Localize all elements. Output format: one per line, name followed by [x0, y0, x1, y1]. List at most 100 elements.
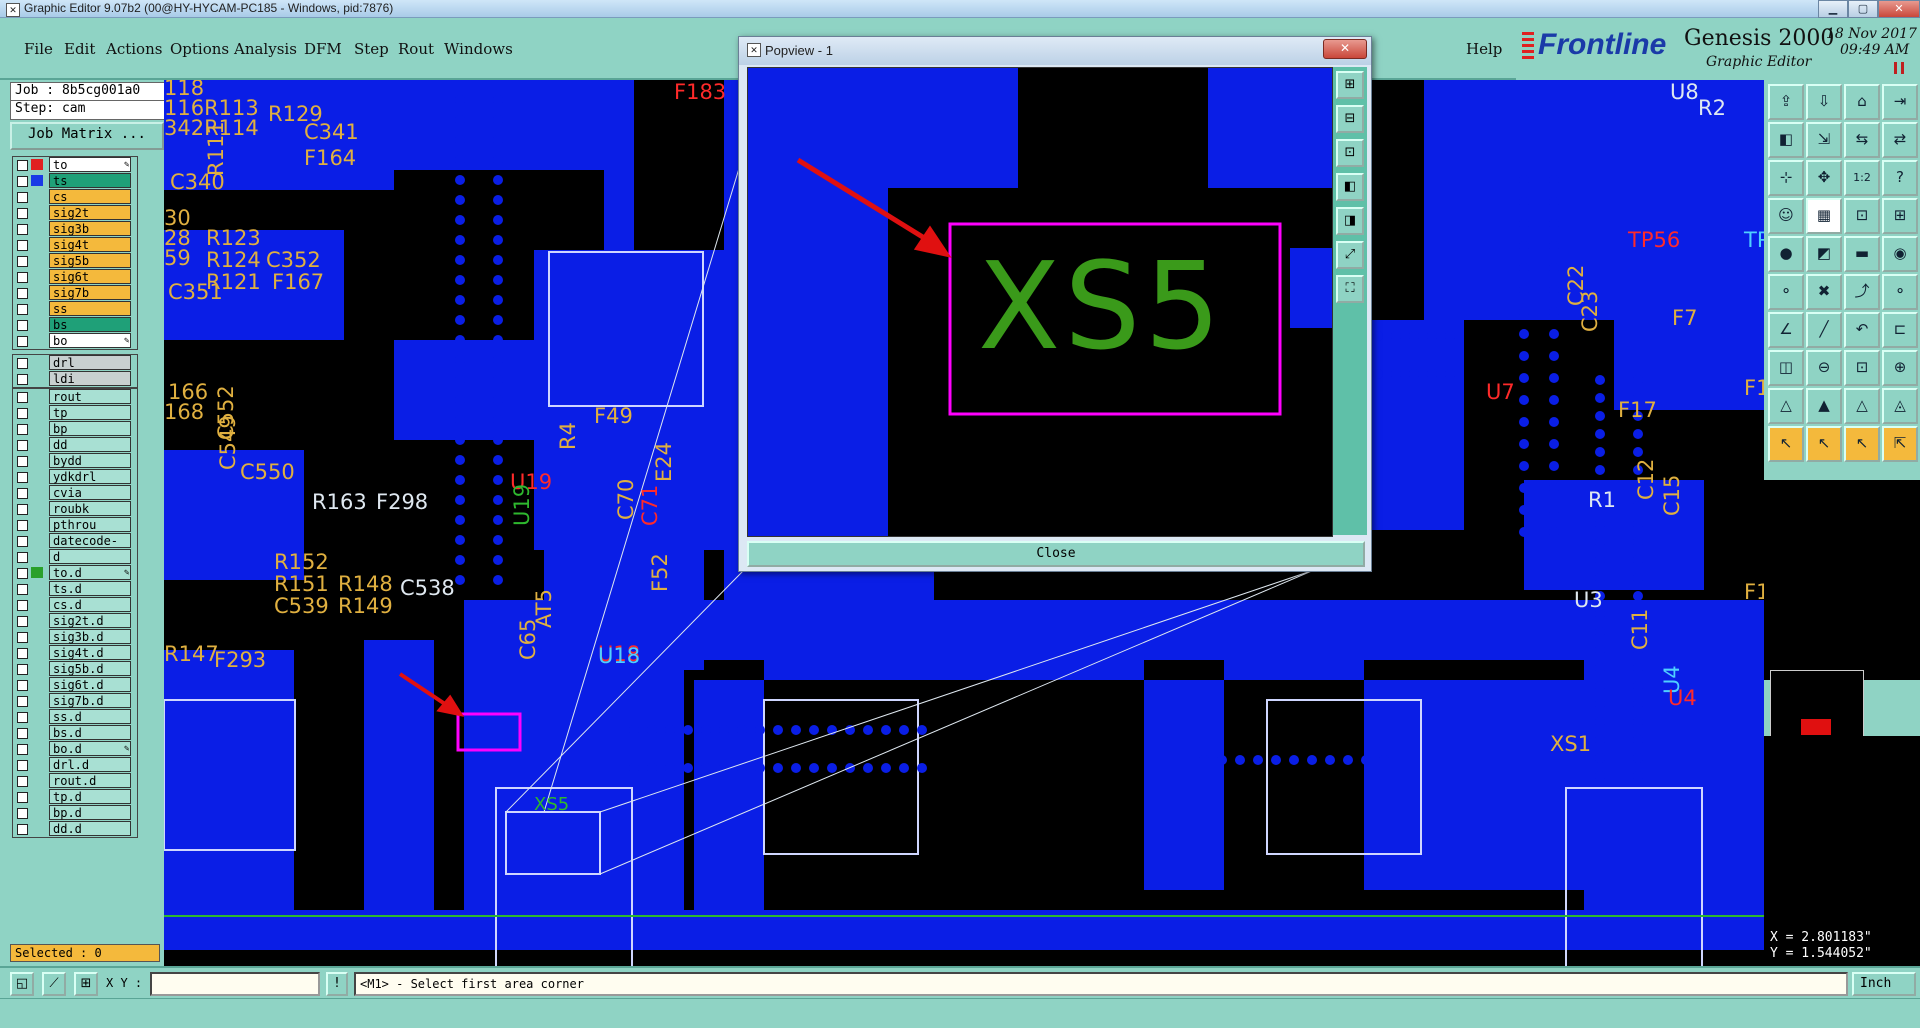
popview-zoom-in-icon[interactable]: ⊞ — [1336, 71, 1364, 99]
layer-checkbox[interactable] — [17, 176, 28, 187]
layer-name[interactable]: bs.d — [49, 725, 131, 740]
layer-checkbox[interactable] — [17, 600, 28, 611]
layer-name[interactable]: bs — [49, 317, 131, 332]
popview-pan-down-icon[interactable]: ⊡ — [1336, 139, 1364, 167]
layer-checkbox[interactable] — [17, 728, 28, 739]
overview-map[interactable] — [1770, 670, 1864, 738]
menu-help[interactable]: Help — [1466, 40, 1502, 58]
layer-row-dd[interactable]: dd — [13, 437, 137, 453]
layer-name[interactable]: roubk — [49, 501, 131, 516]
tool-32-icon[interactable]: △ — [1768, 388, 1804, 424]
popview-close-button[interactable]: Close — [747, 541, 1365, 567]
menu-edit[interactable]: Edit — [64, 40, 95, 58]
layer-checkbox[interactable] — [17, 304, 28, 315]
tool-35-icon[interactable]: ◬ — [1882, 388, 1918, 424]
layer-checkbox[interactable] — [17, 616, 28, 627]
menu-file[interactable]: File — [24, 40, 53, 58]
layer-name[interactable]: drl.d — [49, 757, 131, 772]
layer-name[interactable]: sig4t — [49, 237, 131, 252]
layer-name[interactable]: tp — [49, 405, 131, 420]
layer-checkbox[interactable] — [17, 680, 28, 691]
layer-row-sig6t.d[interactable]: sig6t.d — [13, 677, 137, 693]
layer-name[interactable]: ydkdrl — [49, 469, 131, 484]
layer-name[interactable]: datecode-to — [49, 533, 131, 563]
layer-row-drl[interactable]: drl — [13, 355, 137, 371]
menu-options[interactable]: Options — [170, 40, 229, 58]
layer-row-to.d[interactable]: to.d ✎ — [13, 565, 137, 581]
layer-checkbox[interactable] — [17, 440, 28, 451]
layer-checkbox[interactable] — [17, 272, 28, 283]
tool-12-icon[interactable]: ☺ — [1768, 198, 1804, 234]
layer-checkbox[interactable] — [17, 160, 28, 171]
layer-checkbox[interactable] — [17, 424, 28, 435]
layer-checkbox[interactable] — [17, 192, 28, 203]
layer-checkbox[interactable] — [17, 240, 28, 251]
layer-row-ss[interactable]: ss — [13, 301, 137, 317]
tool-33-icon[interactable]: ▲ — [1806, 388, 1842, 424]
layer-checkbox[interactable] — [17, 536, 28, 547]
tool-26-icon[interactable]: ↶ — [1844, 312, 1880, 348]
menu-step[interactable]: Step — [354, 40, 389, 58]
grid-icon[interactable]: ⊞ — [74, 972, 98, 996]
tool-29-icon[interactable]: ⊖ — [1806, 350, 1842, 386]
layer-checkbox[interactable] — [17, 504, 28, 515]
popview-zoom-out-icon[interactable]: ⊟ — [1336, 105, 1364, 133]
layer-name[interactable]: to.d — [49, 565, 131, 580]
tool-18-icon[interactable]: ▬ — [1844, 236, 1880, 272]
layer-name[interactable]: dd.d — [49, 821, 131, 836]
layer-name[interactable]: ss.d — [49, 709, 131, 724]
layer-checkbox[interactable] — [17, 392, 28, 403]
layer-row-roubk[interactable]: roubk — [13, 501, 137, 517]
layer-row-bs[interactable]: bs — [13, 317, 137, 333]
tool-23-icon[interactable]: ⚬ — [1882, 274, 1918, 310]
layer-row-rout[interactable]: rout — [13, 389, 137, 405]
layer-row-datecode-to[interactable]: datecode-to — [13, 533, 137, 563]
units-selector[interactable]: Inch — [1852, 972, 1916, 996]
layer-checkbox[interactable] — [17, 374, 28, 385]
layer-name[interactable]: rout.d — [49, 773, 131, 788]
tool-39-icon[interactable]: ⇱ — [1882, 426, 1918, 462]
layer-name[interactable]: ts — [49, 173, 131, 188]
tool-2-icon[interactable]: ⌂ — [1844, 84, 1880, 120]
layer-name[interactable]: sig5b — [49, 253, 131, 268]
layer-row-sig7b[interactable]: sig7b — [13, 285, 137, 301]
layer-row-d[interactable]: d — [13, 549, 137, 565]
tool-15-icon[interactable]: ⊞ — [1882, 198, 1918, 234]
layer-checkbox[interactable] — [17, 256, 28, 267]
layer-checkbox[interactable] — [17, 320, 28, 331]
menu-analysis[interactable]: Analysis — [234, 40, 297, 58]
layer-checkbox[interactable] — [17, 648, 28, 659]
popview-close-icon[interactable]: ✕ — [1323, 39, 1367, 59]
layer-checkbox[interactable] — [17, 792, 28, 803]
tool-3-icon[interactable]: ⇥ — [1882, 84, 1918, 120]
layer-row-bydd[interactable]: bydd — [13, 453, 137, 469]
layer-checkbox[interactable] — [17, 520, 28, 531]
layer-checkbox[interactable] — [17, 208, 28, 219]
tool-25-icon[interactable]: ╱ — [1806, 312, 1842, 348]
layer-name[interactable]: ss — [49, 301, 131, 316]
tool-14-icon[interactable]: ⊡ — [1844, 198, 1880, 234]
layer-name[interactable]: cvia — [49, 485, 131, 500]
layer-checkbox[interactable] — [17, 568, 28, 579]
layer-name[interactable]: tp.d — [49, 789, 131, 804]
layer-name[interactable]: sig3b — [49, 221, 131, 236]
layer-row-drl.d[interactable]: drl.d — [13, 757, 137, 773]
layer-name[interactable]: cs — [49, 189, 131, 204]
tool-27-icon[interactable]: ⊏ — [1882, 312, 1918, 348]
layer-name[interactable]: sig2t.d — [49, 613, 131, 628]
layer-row-ss.d[interactable]: ss.d — [13, 709, 137, 725]
layer-name[interactable]: sig7b.d — [49, 693, 131, 708]
tool-9-icon[interactable]: ✥ — [1806, 160, 1842, 196]
tool-21-icon[interactable]: ✖ — [1806, 274, 1842, 310]
layer-name[interactable]: bp.d — [49, 805, 131, 820]
layer-row-ydkdrl[interactable]: ydkdrl — [13, 469, 137, 485]
layer-row-sig2t.d[interactable]: sig2t.d — [13, 613, 137, 629]
tool-1-icon[interactable]: ⇩ — [1806, 84, 1842, 120]
layer-row-bp[interactable]: bp — [13, 421, 137, 437]
tool-34-icon[interactable]: △ — [1844, 388, 1880, 424]
layer-name[interactable]: ts.d — [49, 581, 131, 596]
tool-30-icon[interactable]: ⊡ — [1844, 350, 1880, 386]
layer-name[interactable]: dd — [49, 437, 131, 452]
popview-viewport[interactable]: XS5 — [747, 67, 1333, 537]
layer-checkbox[interactable] — [17, 358, 28, 369]
